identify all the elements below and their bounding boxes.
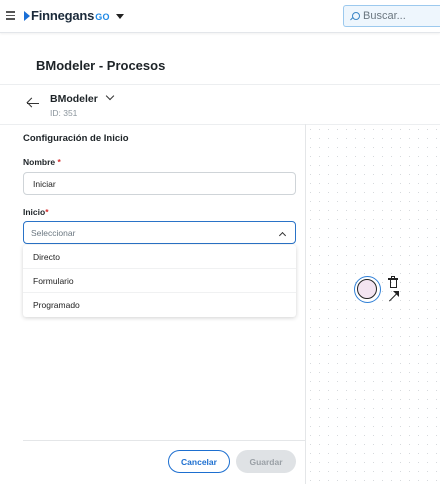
logo-mark-icon (24, 10, 30, 21)
start-type-dropdown: Directo Formulario Programado (23, 245, 296, 317)
page-title: BModeler - Procesos (36, 58, 166, 73)
save-button[interactable]: Guardar (236, 450, 296, 473)
brand-logo[interactable]: Finnegans GO (24, 8, 124, 23)
start-field-label: Inicio* (23, 207, 49, 217)
top-bar: Finnegans GO (0, 0, 440, 33)
start-type-select[interactable]: Seleccionar (23, 221, 296, 244)
start-label-text: Inicio (23, 207, 46, 217)
required-mark: * (57, 157, 61, 167)
connect-arrow-icon[interactable] (387, 291, 399, 303)
cancel-button[interactable]: Cancelar (168, 450, 230, 473)
chevron-down-icon[interactable] (115, 14, 124, 19)
brand-suffix: GO (95, 11, 110, 22)
start-event-circle (357, 279, 377, 299)
start-event-node[interactable] (354, 276, 381, 303)
header-divider (0, 84, 440, 85)
brand-name: Finnegans (31, 8, 95, 23)
footer-divider (23, 440, 305, 441)
name-label-text: Nombre (23, 157, 56, 167)
entity-id: ID: 351 (50, 108, 78, 118)
option-programado[interactable]: Programado (23, 293, 296, 317)
required-mark: * (45, 207, 49, 217)
name-input[interactable] (23, 172, 296, 195)
back-arrow-icon[interactable] (26, 96, 40, 110)
select-placeholder: Seleccionar (31, 227, 76, 238)
entity-name: BModeler (50, 93, 98, 105)
menu-icon[interactable] (6, 11, 15, 20)
trash-icon[interactable] (388, 276, 398, 289)
chevron-down-icon[interactable] (105, 92, 115, 102)
search-icon (350, 11, 360, 21)
search-box[interactable] (343, 5, 440, 27)
option-formulario[interactable]: Formulario (23, 269, 296, 293)
process-canvas[interactable] (306, 125, 440, 484)
chevron-up-icon (278, 231, 286, 237)
panel-title: Configuración de Inicio (23, 133, 129, 144)
name-field-label: Nombre * (23, 157, 61, 167)
search-input[interactable] (363, 10, 440, 22)
option-directo[interactable]: Directo (23, 245, 296, 269)
